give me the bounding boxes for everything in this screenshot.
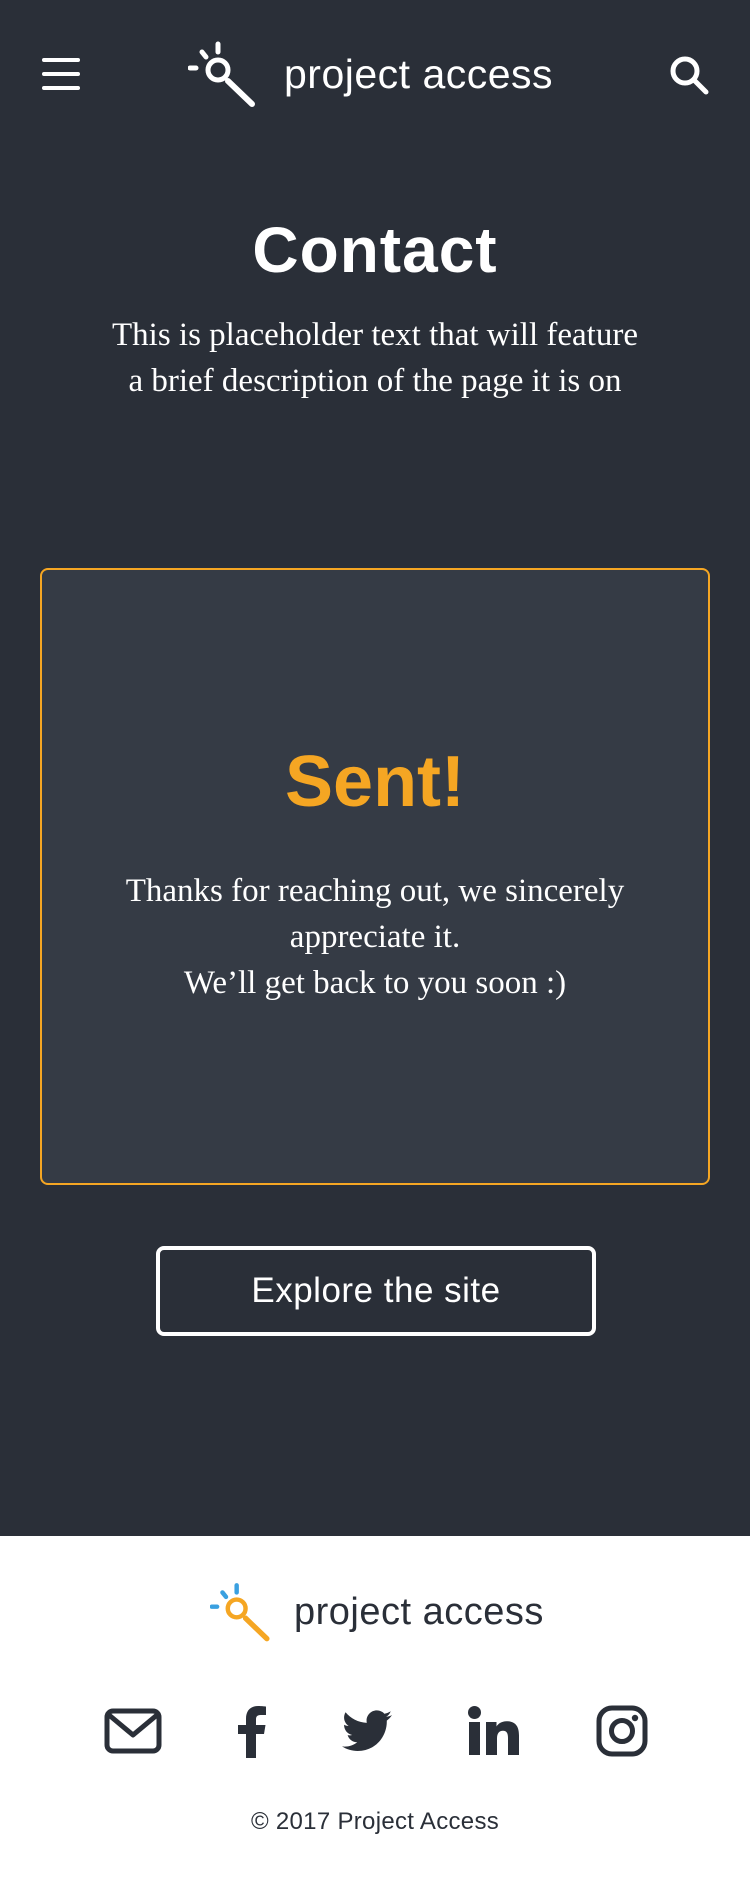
main-section: project access Contact This is placehold… <box>0 0 750 1536</box>
linkedin-icon <box>468 1706 519 1755</box>
search-icon <box>670 56 709 95</box>
page-title: Contact <box>252 214 498 286</box>
email-icon <box>104 1708 162 1754</box>
search-button[interactable] <box>668 54 710 96</box>
brand-logo-link[interactable]: project access <box>188 38 553 110</box>
twitter-link[interactable] <box>342 1702 392 1760</box>
project-access-logo-icon <box>188 41 255 107</box>
linkedin-link[interactable] <box>468 1702 520 1760</box>
footer: project access © 2017 Project Access <box>0 1536 750 1884</box>
sent-confirmation-card: Sent! Thanks for reaching out, we sincer… <box>40 568 710 1185</box>
instagram-link[interactable] <box>596 1702 648 1760</box>
hamburger-menu-icon-bar <box>42 72 80 76</box>
sent-title: Sent! <box>285 742 465 822</box>
instagram-icon <box>596 1705 648 1757</box>
sent-message-line-1: Thanks for reaching out, we sincerely ap… <box>125 873 625 955</box>
sent-message: Thanks for reaching out, we sincerely ap… <box>125 868 625 1006</box>
menu-button[interactable] <box>42 56 80 92</box>
contact-page: project access Contact This is placehold… <box>0 0 750 1884</box>
facebook-icon <box>238 1706 266 1758</box>
sent-message-line-2: We’ll get back to you soon :) <box>183 965 567 1001</box>
footer-brand-logo[interactable]: project access <box>210 1580 544 1644</box>
footer-brand-name: project access <box>294 1590 544 1633</box>
hamburger-menu-icon <box>42 58 80 62</box>
copyright-text: © 2017 Project Access <box>250 1808 500 1835</box>
email-link[interactable] <box>104 1702 162 1760</box>
brand-name: project access <box>284 50 554 97</box>
facebook-link[interactable] <box>236 1702 268 1760</box>
explore-site-button[interactable]: Explore the site <box>156 1246 596 1336</box>
twitter-icon <box>342 1710 392 1751</box>
page-description: This is placeholder text that will featu… <box>112 317 638 399</box>
project-access-logo-icon <box>210 1583 270 1642</box>
hamburger-menu-icon-bar <box>42 86 80 90</box>
